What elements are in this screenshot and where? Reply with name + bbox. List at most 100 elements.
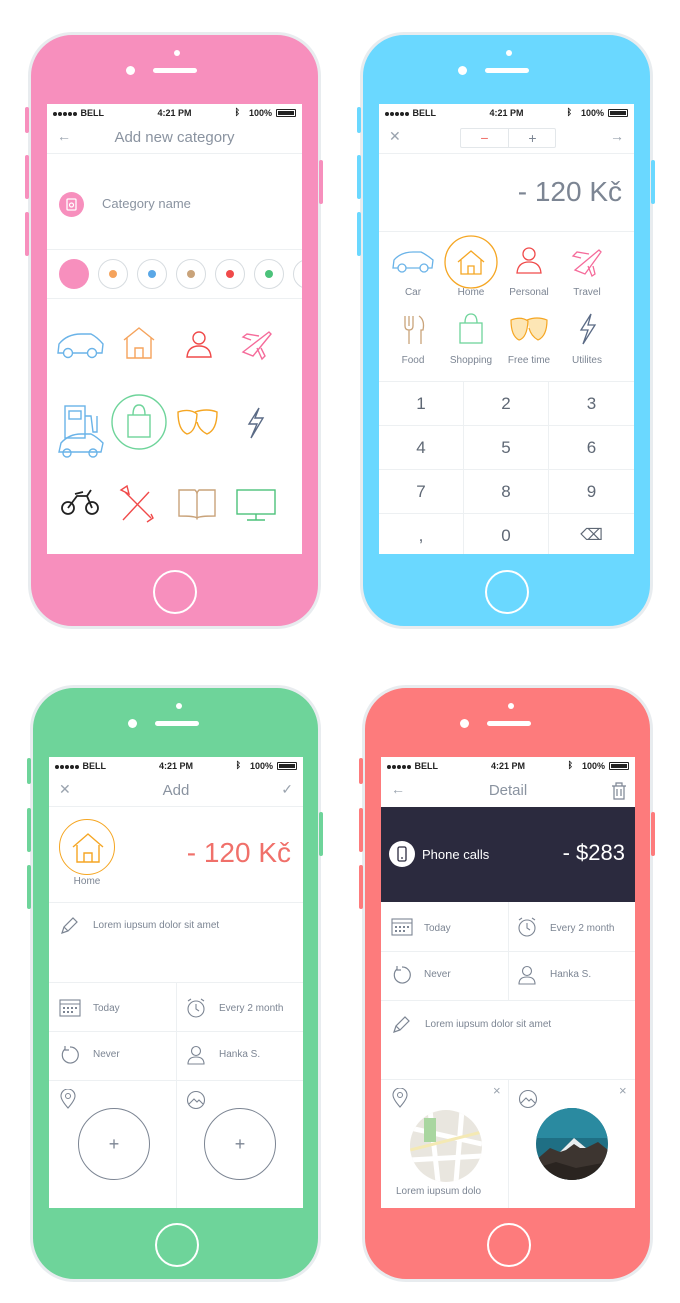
category-name: Phone calls: [422, 847, 490, 862]
trash-icon[interactable]: [611, 782, 627, 800]
category-free-time[interactable]: Free time: [497, 302, 561, 370]
color-swatch[interactable]: [59, 259, 89, 289]
tools-icon[interactable]: [119, 484, 154, 523]
end-value[interactable]: Never: [93, 1049, 120, 1060]
category-utilites[interactable]: Utilites: [555, 302, 619, 370]
divider: [47, 298, 302, 299]
color-swatch[interactable]: [98, 259, 128, 289]
color-swatch[interactable]: [176, 259, 206, 289]
location-pin-icon: [392, 1088, 408, 1108]
screen-amount-entry: BELL 4:21 PM ᛒ 100% ✕ − + → - 120 Kč Car…: [379, 104, 634, 554]
battery-icon: [608, 109, 628, 117]
theater-masks-icon[interactable]: [177, 409, 218, 435]
keypad-key[interactable]: 3: [549, 382, 634, 426]
color-swatch[interactable]: [215, 259, 245, 289]
keypad-key[interactable]: 1: [379, 382, 464, 426]
divider: [49, 1080, 303, 1081]
page-title: Detail: [488, 782, 528, 799]
selected-category[interactable]: [59, 819, 115, 875]
side-button: [25, 155, 29, 199]
car-icon[interactable]: [57, 333, 104, 359]
plus-button[interactable]: +: [509, 129, 556, 147]
home-button[interactable]: [155, 1223, 199, 1267]
keypad-key[interactable]: 8: [464, 470, 549, 514]
phone-category-badge: [389, 841, 415, 867]
navbar: ✕ Add ✓: [49, 775, 303, 807]
side-button: [357, 155, 361, 199]
keypad-key[interactable]: 4: [379, 426, 464, 470]
note-text[interactable]: Lorem iupsum dolor sit amet: [93, 920, 219, 931]
keypad-key[interactable]: ,: [379, 514, 464, 554]
gas-pump-icon[interactable]: [64, 405, 98, 439]
arrow-right-icon[interactable]: →: [610, 128, 624, 144]
phone-camera: [176, 703, 182, 709]
keypad-key[interactable]: 7: [379, 470, 464, 514]
category-home[interactable]: Home: [439, 234, 503, 302]
remove-location-button[interactable]: ×: [493, 1083, 501, 1098]
backspace-key[interactable]: ⌫: [549, 514, 634, 554]
monitor-icon[interactable]: [236, 489, 276, 521]
color-swatch[interactable]: [293, 259, 302, 289]
home-icon[interactable]: [123, 327, 155, 359]
checkmark-icon[interactable]: ✓: [281, 781, 293, 798]
divider: [508, 1079, 509, 1208]
color-swatch-dot: [265, 270, 273, 278]
phone-speaker: [153, 68, 197, 73]
lightning-icon[interactable]: [247, 407, 265, 439]
plane-icon[interactable]: [241, 331, 272, 361]
status-battery-text: 100%: [581, 761, 605, 771]
close-icon[interactable]: ✕: [389, 128, 401, 145]
location-map-thumbnail[interactable]: [410, 1110, 482, 1182]
repeat-value[interactable]: Every 2 month: [219, 1003, 283, 1014]
category-food[interactable]: Food: [381, 302, 445, 370]
mountain-photo-thumbnail[interactable]: [536, 1108, 608, 1180]
side-button: [27, 758, 31, 784]
color-swatch-dot: [148, 270, 156, 278]
home-button[interactable]: [487, 1223, 531, 1267]
phone-front-lens: [128, 719, 137, 728]
category-personal[interactable]: Personal: [497, 234, 561, 302]
remove-photo-button[interactable]: ×: [619, 1083, 627, 1098]
image-icon: [518, 1089, 538, 1109]
category-icon-badge[interactable]: [59, 192, 84, 217]
end-value: Never: [424, 969, 451, 980]
shopping-bag-icon[interactable]: [111, 394, 167, 450]
status-bar: BELL 4:21 PM ᛒ 100%: [47, 104, 302, 122]
keypad-key[interactable]: 5: [464, 426, 549, 470]
side-button: [651, 160, 655, 204]
person-icon[interactable]: [186, 331, 212, 358]
home-button[interactable]: [485, 570, 529, 614]
calendar-icon: [391, 918, 413, 936]
person-value[interactable]: Hanka S.: [219, 1049, 260, 1060]
side-button: [319, 812, 323, 856]
bluetooth-icon: ᛒ: [235, 760, 241, 770]
color-swatch[interactable]: [254, 259, 284, 289]
category-grid: Car Home Personal Travel Food Shopping Free ti…: [379, 232, 634, 380]
keypad-key[interactable]: 2: [464, 382, 549, 426]
refresh-icon: [393, 966, 411, 984]
add-location-button[interactable]: +: [78, 1108, 150, 1180]
motorbike-icon[interactable]: [61, 489, 99, 515]
home-icon: [72, 833, 104, 863]
bluetooth-icon: ᛒ: [234, 107, 240, 117]
add-photo-button[interactable]: +: [204, 1108, 276, 1180]
category-shopping[interactable]: Shopping: [439, 302, 503, 370]
cutlery-icon: [404, 315, 425, 344]
color-swatch[interactable]: [137, 259, 167, 289]
date-value[interactable]: Today: [93, 1003, 120, 1014]
pencil-icon: [61, 917, 78, 934]
keypad-key[interactable]: 6: [549, 426, 634, 470]
keypad-key[interactable]: 0: [464, 514, 549, 554]
minus-button[interactable]: −: [461, 129, 508, 147]
keypad-key[interactable]: 9: [549, 470, 634, 514]
divider: [381, 951, 635, 952]
sign-toggle: − +: [460, 128, 556, 148]
pencil-icon: [393, 1016, 410, 1033]
home-button[interactable]: [153, 570, 197, 614]
book-icon[interactable]: [178, 489, 216, 520]
category-car[interactable]: Car: [381, 234, 445, 302]
amount-display: - 120 Kč: [186, 837, 291, 868]
category-travel[interactable]: Travel: [555, 234, 619, 302]
category-name-input[interactable]: Category name: [102, 196, 191, 211]
category-label: Shopping: [449, 355, 493, 366]
